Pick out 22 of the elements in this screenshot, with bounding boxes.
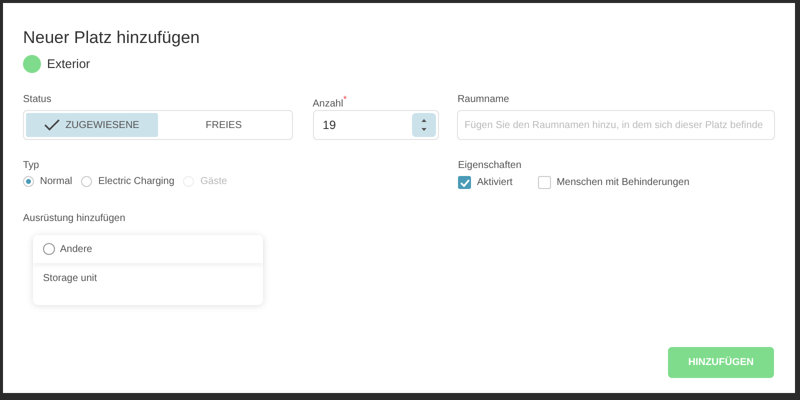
equipment-item: Storage unit [42, 272, 98, 284]
count-value: 19 [322, 118, 336, 132]
section-label: Ausrüstung hinzufügen [23, 213, 126, 224]
check-icon [44, 119, 60, 131]
field-label: Status [23, 94, 52, 107]
dialog-title: Neuer Platz hinzufügen [23, 28, 201, 48]
field-label: Typ [23, 160, 40, 171]
count-field[interactable]: 19 [312, 110, 440, 140]
type-radio[interactable]: Electric Charging [81, 176, 174, 187]
stepper-icon [420, 118, 428, 132]
stepper-button[interactable] [412, 113, 436, 137]
property-checkbox[interactable]: Menschen mit Behinderungen [538, 176, 690, 189]
field-label: Eigenschaften [458, 160, 522, 171]
zone-label: Exterior [47, 57, 90, 71]
check-icon [460, 178, 470, 186]
type-radio[interactable]: Normal [23, 176, 72, 187]
equipment-radio[interactable]: Andere [33, 235, 263, 263]
field-label: Anzahl$^{*}$ [312, 94, 348, 108]
property-checkbox[interactable]: Aktiviert [458, 176, 513, 189]
room-name-field[interactable]: Fügen Sie den Raumnamen hinzu, in dem sich dieser Platz befinde [457, 110, 776, 140]
status-option[interactable]: ZUGEWIESENE [26, 113, 158, 137]
field-label: Raumname [457, 94, 510, 107]
